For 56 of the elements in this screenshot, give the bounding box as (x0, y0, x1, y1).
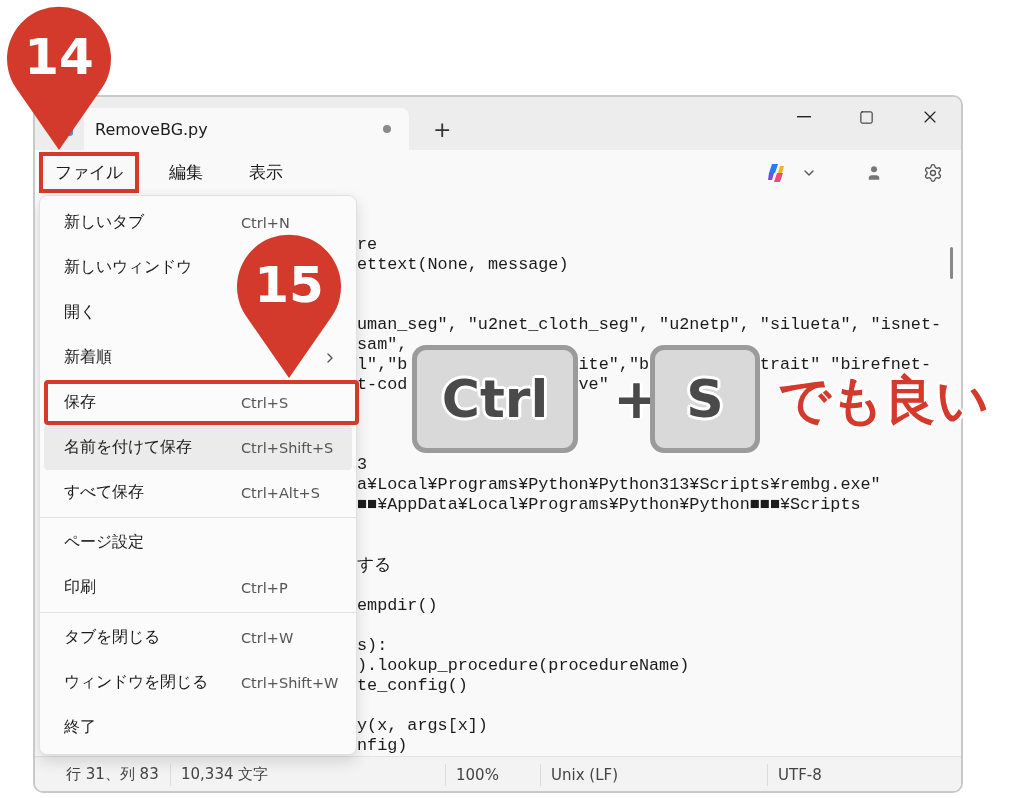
code-line: s): (357, 635, 388, 656)
step-number: 14 (23, 28, 95, 86)
code-line: する (357, 555, 391, 576)
menu-item[interactable]: 名前を付けて保存 Ctrl+Shift+S (44, 425, 352, 470)
menu-item[interactable]: 終了 (64, 717, 96, 738)
settings-icon[interactable] (923, 162, 943, 183)
shortcut-text: Ctrl+S (241, 394, 289, 411)
code-line: ■■¥AppData¥Local¥Programs¥Python¥Python■■■¥Scripts (357, 495, 861, 516)
menu-item[interactable]: ページ設定 (64, 532, 144, 553)
status-text: UTF-8 (767, 763, 961, 786)
tab-title: RemoveBG.py (95, 119, 208, 139)
shortcut-text: Ctrl+W (241, 629, 294, 646)
menu-item[interactable]: 開く (64, 302, 96, 323)
menu-item[interactable]: タブを閉じる (64, 627, 160, 648)
menu-item[interactable]: 表示 (233, 152, 299, 193)
code-line: a¥Local¥Programs¥Python¥Python313¥Scripts¥rembg.exe" (357, 475, 881, 496)
minimize-icon (796, 116, 811, 118)
menu-item[interactable]: ウィンドウを閉じる (64, 672, 208, 693)
new-tab-button[interactable]: + (429, 117, 456, 142)
code-line: ettext(None, message) (357, 255, 569, 276)
code-line: 3 (357, 455, 368, 476)
shortcut-text: Ctrl+Shift+W (241, 674, 339, 691)
step-number: 15 (253, 256, 325, 314)
copilot-icon[interactable] (765, 161, 787, 184)
pin-icon (237, 234, 341, 378)
status-text: Unix (LF) (540, 763, 767, 786)
shortcut-text: Ctrl+Shift+S (241, 439, 334, 456)
menu-item[interactable]: ファイル (39, 152, 139, 193)
code-line: ).lookup_procedure(procedureName) (357, 655, 690, 676)
code-line: y(x, args[x]) (357, 715, 488, 736)
menu-item[interactable]: すべて保存 (64, 482, 144, 503)
maximize-icon (859, 109, 874, 125)
status-text: 100% (445, 763, 540, 786)
menu-item[interactable]: 編集 (153, 152, 219, 193)
menu-item[interactable]: 印刷 (64, 577, 96, 598)
scrollbar-thumb[interactable] (950, 247, 953, 279)
status-text: 行 31、列 83 (65, 764, 160, 786)
menu-item[interactable]: 新しいタブ (64, 212, 144, 233)
shortcut-text: Ctrl+N (241, 214, 290, 231)
code-line: re (357, 235, 378, 256)
menu-item[interactable]: 保存 Ctrl+S (44, 380, 359, 425)
shortcut-text: Ctrl+Alt+S (241, 484, 320, 501)
menu-label: 名前を付けて保存 (64, 437, 192, 458)
code-line: empdir() (357, 595, 438, 616)
code-line: uman_seg", "u2net_cloth_seg", "u2netp", "silueta", "isnet- (357, 315, 942, 336)
code-line: sam", (357, 335, 408, 356)
menu-item[interactable]: 新着順 (64, 347, 112, 368)
code-line: te_config() (357, 675, 468, 696)
code-line: nfig) (357, 735, 408, 756)
menu-label: 保存 (64, 392, 96, 413)
annotation-text: でも良い (778, 369, 989, 432)
file-tab[interactable]: RemoveBG.py (84, 108, 409, 150)
menu-item[interactable]: 新しいウィンドウ (64, 257, 192, 278)
keyboard-key: S (650, 345, 760, 453)
shortcut-text: Ctrl+P (241, 579, 288, 596)
status-text: 10,334 文字 (170, 763, 445, 786)
